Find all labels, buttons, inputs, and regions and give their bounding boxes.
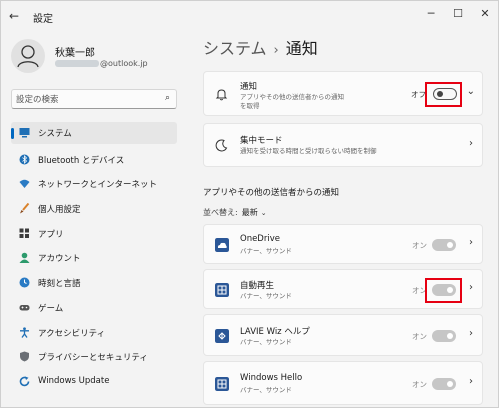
- highlight-box-autoplay-toggle: [425, 278, 462, 303]
- search-icon[interactable]: ⌕: [165, 93, 170, 103]
- sort-control[interactable]: 並べ替え: 最新 ⌄: [203, 207, 267, 218]
- brush-icon: [20, 203, 30, 214]
- onedrive-icon: [215, 238, 229, 252]
- page-title: 通知: [285, 39, 318, 58]
- apps-icon: [19, 228, 29, 238]
- shield-icon: [20, 351, 29, 362]
- app-toggle[interactable]: [432, 330, 456, 342]
- app-sub: バナー、サウンド: [240, 338, 292, 346]
- apps-section-header: アプリやその他の送信者からの通知: [203, 188, 340, 198]
- account-icon: [19, 252, 30, 263]
- sidebar-item-accessibility[interactable]: アクセシビリティ: [11, 322, 177, 344]
- app-name: OneDrive: [240, 234, 280, 244]
- app-row-onedrive[interactable]: OneDrive バナー、サウンド オン ›: [203, 224, 483, 264]
- highlight-box-notifications-toggle: [425, 82, 462, 107]
- toggle-knob: [447, 381, 453, 387]
- sidebar-item-network[interactable]: ネットワークとインターネット: [11, 173, 177, 195]
- settings-search-box[interactable]: ⌕: [11, 89, 177, 109]
- bell-icon: [215, 89, 228, 101]
- settings-window: ← 設定 ─ ☐ ✕ 秋葉一郎 @outlook.jp ⌕ システム Bluet…: [0, 0, 499, 408]
- app-sub: バナー、サウンド: [240, 386, 292, 394]
- notifications-toggle-state: オフ: [411, 90, 426, 99]
- toggle-knob: [447, 242, 453, 248]
- sidebar-item-windows-update[interactable]: Windows Update: [11, 371, 177, 393]
- app-toggle-state: オン: [412, 380, 427, 389]
- search-input[interactable]: [16, 93, 156, 106]
- toggle-knob: [447, 333, 453, 339]
- sidebar-item-privacy[interactable]: プライバシーとセキュリティ: [11, 346, 177, 368]
- breadcrumb: システム › 通知: [203, 35, 318, 59]
- window-title: 設定: [33, 14, 53, 25]
- bluetooth-icon: [19, 154, 30, 165]
- lavie-help-icon: [215, 329, 229, 343]
- chevron-right-icon[interactable]: ›: [469, 376, 473, 387]
- breadcrumb-separator: ›: [273, 43, 279, 58]
- sidebar-item-bluetooth[interactable]: Bluetooth とデバイス: [11, 149, 177, 171]
- focus-title: 集中モード: [240, 136, 283, 146]
- title-bar: ← 設定 ─ ☐ ✕: [1, 1, 498, 31]
- sort-label: 並べ替え:: [203, 208, 238, 217]
- focus-subtitle: 通知を受け取る時間と受け取らない時間を制御: [240, 147, 377, 155]
- sidebar-item-accounts[interactable]: アカウント: [11, 247, 177, 269]
- user-name: 秋葉一郎: [55, 48, 95, 59]
- sidebar-item-gaming[interactable]: ゲーム: [11, 297, 177, 319]
- notifications-subtitle-line2: を取得: [240, 102, 260, 110]
- avatar[interactable]: [11, 39, 45, 73]
- active-indicator: [11, 128, 14, 139]
- gamepad-icon: [19, 305, 30, 311]
- windows-hello-icon: [215, 377, 229, 391]
- accessibility-icon: [20, 327, 29, 338]
- focus-card[interactable]: 集中モード 通知を受け取る時間と受け取らない時間を制御 ›: [203, 123, 483, 167]
- chevron-right-icon[interactable]: ›: [469, 328, 473, 339]
- app-row-windows-hello[interactable]: Windows Hello バナー、サウンド オン ›: [203, 361, 483, 405]
- autoplay-icon: [215, 283, 229, 297]
- sidebar-item-time-language[interactable]: 時刻と言語: [11, 272, 177, 294]
- app-row-lavie-wiz-help[interactable]: LAVIE Wiz ヘルプ バナー、サウンド オン ›: [203, 314, 483, 356]
- app-name: LAVIE Wiz ヘルプ: [240, 327, 310, 337]
- app-sub: バナー、サウンド: [240, 292, 292, 300]
- app-sub: バナー、サウンド: [240, 247, 292, 255]
- system-icon: [19, 128, 30, 138]
- update-icon: [19, 376, 30, 387]
- person-icon: [17, 45, 39, 68]
- app-toggle[interactable]: [432, 239, 456, 251]
- moon-icon: [215, 139, 228, 152]
- notifications-title: 通知: [240, 82, 258, 92]
- maximize-button[interactable]: ☐: [447, 5, 469, 23]
- app-name: 自動再生: [240, 281, 275, 291]
- user-email: @outlook.jp: [55, 59, 148, 68]
- wifi-icon: [19, 179, 30, 188]
- minimize-button[interactable]: ─: [420, 5, 442, 23]
- back-arrow-icon[interactable]: ←: [9, 9, 23, 23]
- app-toggle-state: オン: [412, 241, 427, 250]
- sidebar-item-personalization[interactable]: 個人用設定: [11, 198, 177, 220]
- chevron-right-icon[interactable]: ›: [469, 282, 473, 293]
- app-toggle-state: オン: [412, 332, 427, 341]
- globe-clock-icon: [19, 277, 30, 288]
- email-redaction: [55, 60, 99, 67]
- expand-chevron-icon[interactable]: ⌄: [467, 86, 475, 97]
- sort-value[interactable]: 最新: [242, 208, 258, 217]
- close-button[interactable]: ✕: [474, 5, 496, 23]
- chevron-down-icon[interactable]: ⌄: [261, 209, 267, 217]
- sidebar-item-system[interactable]: システム: [11, 122, 177, 144]
- chevron-right-icon[interactable]: ›: [469, 237, 473, 248]
- app-toggle[interactable]: [432, 378, 456, 390]
- notifications-subtitle-line1: アプリやその他の送信者からの通知: [240, 93, 344, 101]
- breadcrumb-parent[interactable]: システム: [203, 39, 267, 58]
- sidebar-item-apps[interactable]: アプリ: [11, 223, 177, 245]
- chevron-right-icon[interactable]: ›: [469, 138, 473, 149]
- app-name: Windows Hello: [240, 373, 303, 383]
